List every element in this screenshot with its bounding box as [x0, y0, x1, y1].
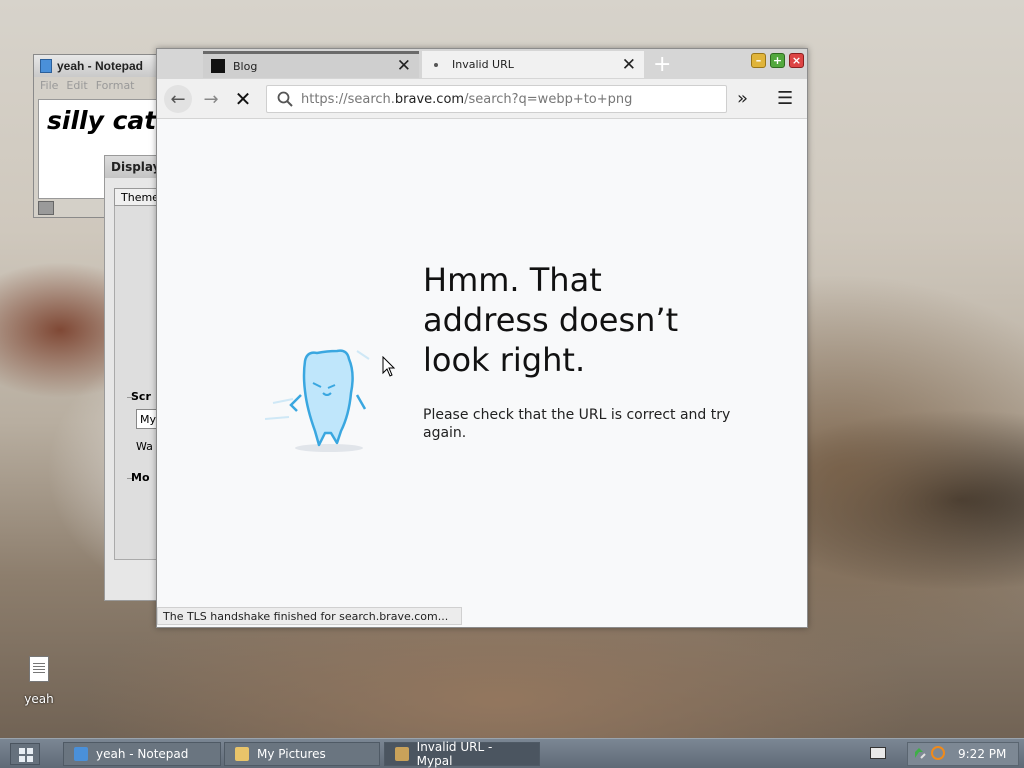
close-window-icon[interactable]: × — [789, 53, 804, 68]
taskbar-item-label: My Pictures — [257, 747, 326, 761]
url-prefix: https://search. — [301, 91, 395, 107]
hamburger-menu-icon[interactable]: ☰ — [777, 88, 793, 109]
section-mode-label: Mo — [131, 471, 150, 484]
search-icon — [277, 91, 293, 107]
overflow-chevron-icon[interactable]: » — [737, 88, 748, 109]
menu-edit[interactable]: Edit — [66, 79, 87, 93]
tab-strip: Blog ✕ Invalid URL ✕ + – + × — [157, 49, 807, 79]
notepad-icon — [40, 59, 52, 73]
browser-window[interactable]: Blog ✕ Invalid URL ✕ + – + × ← → ✕ https… — [156, 48, 808, 628]
start-menu-button[interactable] — [10, 743, 40, 765]
error-message: Please check that the URL is correct and… — [423, 407, 731, 441]
url-path: /search?q=webp+to+png — [464, 91, 633, 107]
minimize-icon[interactable]: – — [751, 53, 766, 68]
stop-icon: ✕ — [234, 87, 252, 111]
page-content: Hmm. That address doesn’t look right. Pl… — [157, 120, 807, 627]
network-icon[interactable] — [913, 746, 927, 760]
arrow-left-icon: ← — [170, 88, 186, 110]
folder-icon — [235, 747, 249, 761]
browser-icon — [395, 747, 409, 761]
tab-label: Blog — [233, 59, 258, 73]
menu-file[interactable]: File — [40, 79, 58, 93]
url-text: https://search.brave.com/search?q=webp+t… — [301, 92, 632, 107]
forward-button[interactable]: → — [197, 85, 225, 113]
notepad-title: yeah - Notepad — [57, 59, 144, 73]
taskbar-item-label: Invalid URL - Mypal — [416, 740, 493, 768]
maximize-icon[interactable]: + — [770, 53, 785, 68]
taskbar-item-notepad[interactable]: yeah - Notepad — [63, 742, 221, 766]
tab-invalid-url[interactable]: Invalid URL ✕ — [422, 51, 644, 78]
desktop-icon-yeah[interactable]: yeah — [18, 656, 60, 706]
keyboard-icon[interactable] — [870, 747, 886, 759]
url-host: brave.com — [394, 91, 465, 107]
arrow-right-icon: → — [203, 88, 219, 110]
tab-label: Invalid URL — [452, 58, 514, 71]
search-icon[interactable] — [931, 746, 945, 760]
tab-blog[interactable]: Blog ✕ — [203, 51, 419, 78]
grid-icon — [19, 748, 25, 754]
stop-button[interactable]: ✕ — [229, 85, 257, 113]
back-button[interactable]: ← — [164, 85, 192, 113]
mouse-pointer-icon — [382, 356, 396, 377]
clock[interactable]: 9:22 PM — [958, 747, 1006, 761]
nav-toolbar: ← → ✕ https://search.brave.com/search?q=… — [157, 79, 807, 119]
text-file-icon — [29, 656, 49, 682]
taskbar-item-browser[interactable]: Invalid URL - Mypal — [384, 740, 540, 768]
new-tab-icon[interactable]: + — [653, 52, 671, 77]
close-icon[interactable]: ✕ — [397, 56, 411, 76]
notepad-scrollbar[interactable] — [38, 201, 54, 215]
notepad-icon — [74, 747, 88, 761]
taskbar: yeah - Notepad My Pictures Invalid URL -… — [0, 738, 1024, 768]
address-bar[interactable]: https://search.brave.com/search?q=webp+t… — [266, 85, 727, 113]
taskbar-item-my-pictures[interactable]: My Pictures — [224, 742, 380, 766]
menu-format[interactable]: Format — [96, 79, 135, 93]
section-screen-label: Scr — [131, 390, 151, 403]
loading-dot-icon — [434, 62, 438, 67]
wallpaper-label: Wa — [136, 440, 153, 453]
close-icon[interactable]: ✕ — [622, 55, 636, 75]
display-dialog-title[interactable]: Display — [105, 156, 163, 178]
blog-favicon-icon — [211, 59, 225, 73]
desktop-icon-label: yeah — [24, 692, 54, 706]
confused-mascot-icon — [265, 349, 370, 452]
taskbar-item-label: yeah - Notepad — [96, 747, 189, 761]
error-heading: Hmm. That address doesn’t look right. — [423, 261, 679, 379]
status-bar: The TLS handshake finished for search.br… — [157, 607, 462, 625]
display-settings-dialog[interactable]: Display Theme Scr My Wa Mo — [104, 155, 176, 601]
